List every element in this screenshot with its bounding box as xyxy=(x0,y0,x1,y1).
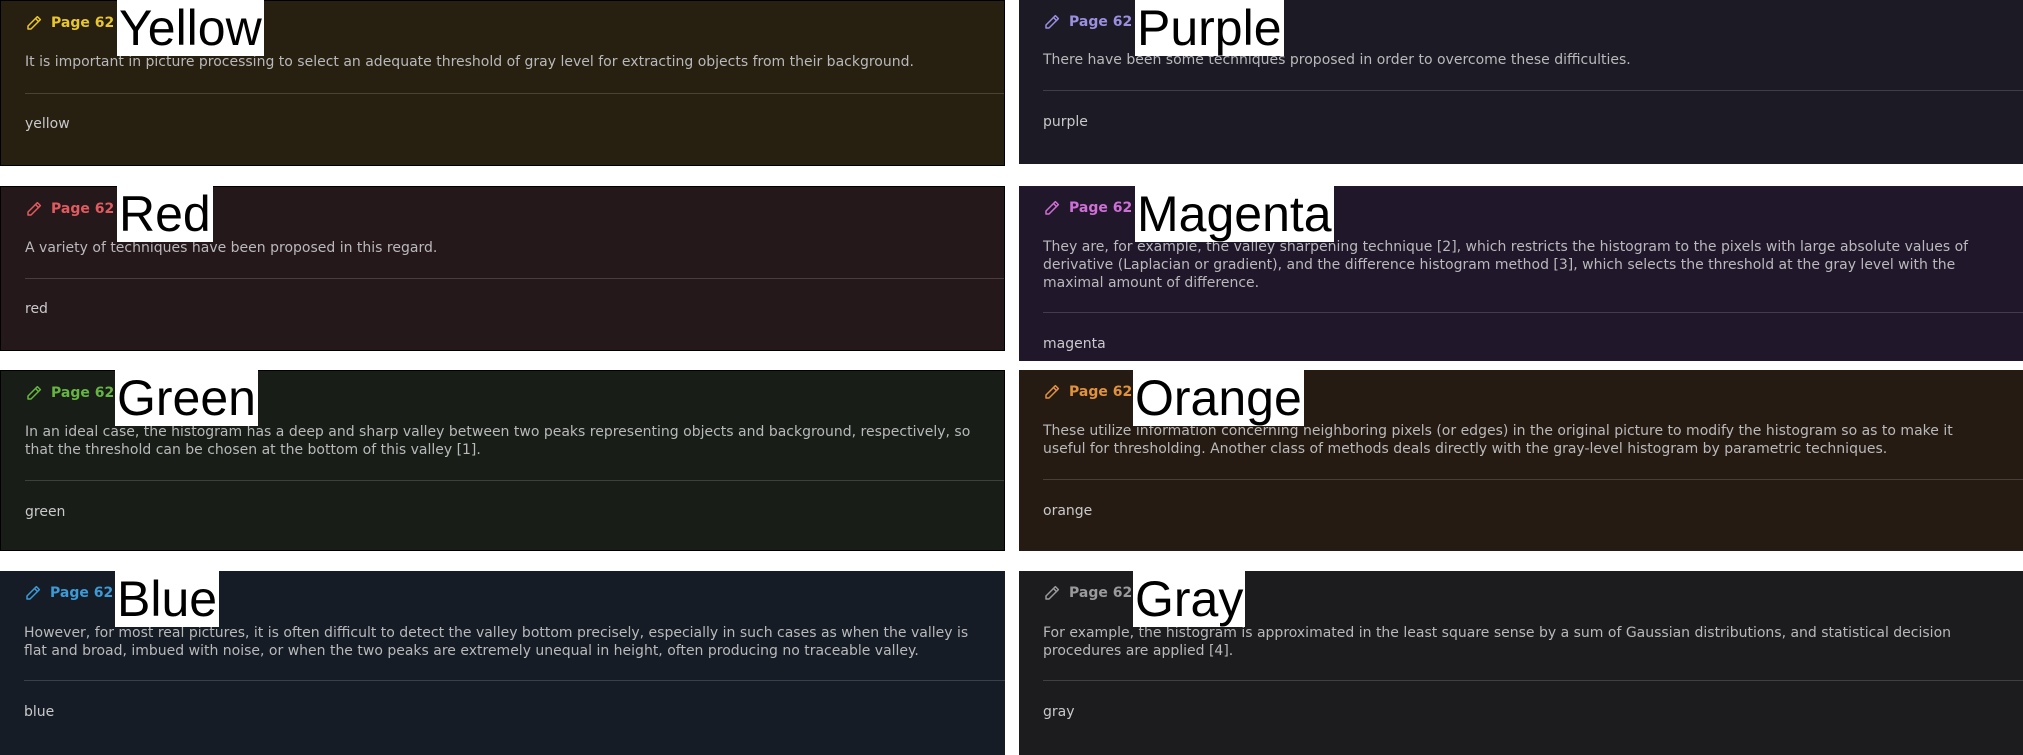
page-number: Page 62 xyxy=(1069,384,1133,400)
color-label: Red xyxy=(117,186,213,242)
card-header: Page 62 xyxy=(24,582,113,604)
note-text: gray xyxy=(1043,704,1075,720)
page-number: Page 62 xyxy=(51,201,115,217)
pencil-icon[interactable] xyxy=(24,584,42,602)
divider xyxy=(25,480,1004,481)
highlight-text: These utilize information concerning nei… xyxy=(1043,423,1953,457)
pencil-icon[interactable] xyxy=(1043,199,1061,217)
page-number: Page 62 xyxy=(50,585,114,601)
color-label: Green xyxy=(115,370,258,426)
card-header: Page 62 xyxy=(25,198,114,220)
page-number: Page 62 xyxy=(1069,14,1133,30)
pencil-icon[interactable] xyxy=(1043,383,1061,401)
color-label: Purple xyxy=(1135,0,1284,56)
card-header: Page 62 xyxy=(1043,582,1132,604)
note-text: purple xyxy=(1043,114,1088,130)
divider xyxy=(1043,312,2023,313)
note-text: blue xyxy=(24,704,55,720)
divider xyxy=(24,680,1005,681)
pencil-icon[interactable] xyxy=(25,200,43,218)
note-text: orange xyxy=(1043,503,1093,519)
page-number: Page 62 xyxy=(51,15,115,31)
color-label: Orange xyxy=(1133,370,1304,426)
color-label: Yellow xyxy=(117,0,264,56)
divider xyxy=(1043,479,2023,480)
pencil-icon[interactable] xyxy=(1043,13,1061,31)
card-header: Page 62 xyxy=(25,382,114,404)
color-label: Blue xyxy=(115,571,220,627)
page-number: Page 62 xyxy=(1069,200,1133,216)
note-text: green xyxy=(25,504,66,520)
color-label: Gray xyxy=(1133,571,1246,627)
page-number: Page 62 xyxy=(51,385,115,401)
pencil-icon[interactable] xyxy=(1043,584,1061,602)
note-text: magenta xyxy=(1043,336,1106,352)
highlight-text: In an ideal case, the histogram has a de… xyxy=(25,424,971,458)
divider xyxy=(1043,90,2023,91)
highlight-text: However, for most real pictures, it is o… xyxy=(24,625,969,659)
divider xyxy=(25,278,1004,279)
divider xyxy=(25,93,1004,94)
color-label: Magenta xyxy=(1135,186,1334,242)
note-text: yellow xyxy=(25,116,70,132)
highlight-text: For example, the histogram is approximat… xyxy=(1043,625,1952,659)
card-header: Page 62 xyxy=(25,12,114,34)
card-header: Page 62 xyxy=(1043,197,1132,219)
card-header: Page 62 xyxy=(1043,11,1132,33)
page-number: Page 62 xyxy=(1069,585,1133,601)
divider xyxy=(1043,680,2023,681)
pencil-icon[interactable] xyxy=(25,14,43,32)
card-header: Page 62 xyxy=(1043,381,1132,403)
pencil-icon[interactable] xyxy=(25,384,43,402)
highlight-text: They are, for example, the valley sharpe… xyxy=(1043,239,1969,291)
note-text: red xyxy=(25,301,48,317)
